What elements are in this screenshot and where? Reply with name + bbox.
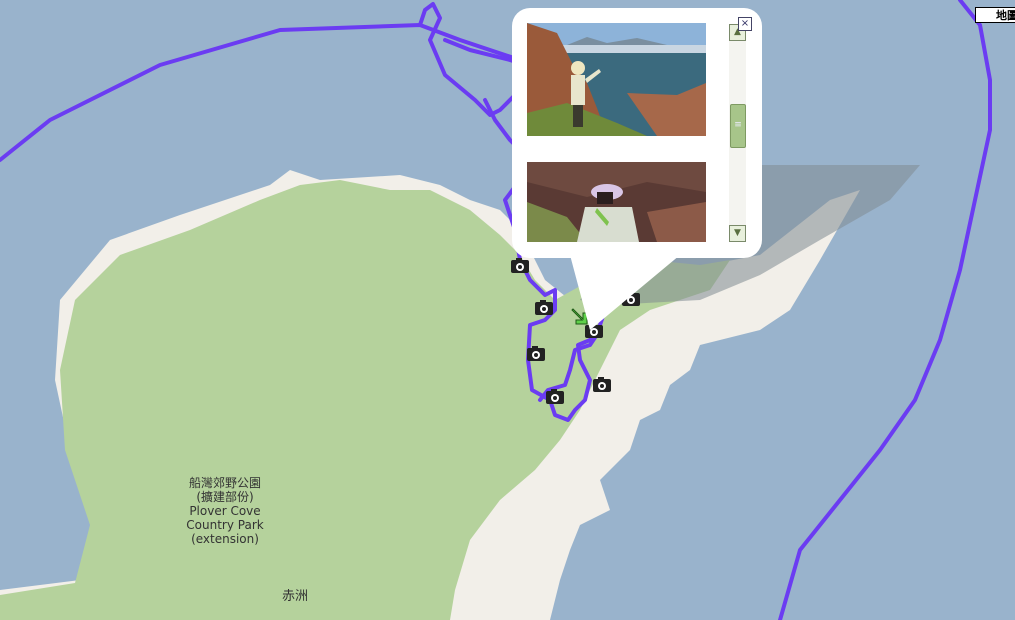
camera-icon[interactable]	[622, 291, 640, 306]
place-label: 赤洲	[281, 589, 308, 604]
camera-icon[interactable]	[527, 346, 545, 361]
park-label-chinese-2: (擴建部份)	[196, 490, 254, 504]
park-label-english-3: (extension)	[191, 532, 259, 546]
camera-icon[interactable]	[535, 300, 553, 315]
photo-thumbnail-2[interactable]	[527, 162, 706, 242]
camera-icon[interactable]	[511, 258, 529, 273]
close-icon[interactable]: ×	[738, 17, 752, 31]
park-label: 船灣郊野公園 (擴建部份) Plover Cove Country Park (…	[160, 476, 290, 546]
camera-icon[interactable]	[593, 377, 611, 392]
camera-icon[interactable]	[585, 323, 603, 338]
camera-icon[interactable]	[546, 389, 564, 404]
photo-info-window: ▲ ≡ ▼	[512, 8, 762, 258]
park-label-chinese-1: 船灣郊野公園	[188, 476, 261, 490]
scroll-thumb[interactable]: ≡	[730, 104, 746, 148]
scroll-track[interactable]: ≡	[729, 41, 746, 225]
popup-scrollbar[interactable]: ▲ ≡ ▼	[729, 24, 746, 242]
map-type-button[interactable]: 地圖	[975, 7, 1015, 23]
park-label-english-1: Plover Cove	[189, 504, 261, 518]
photo-rock-hiker	[527, 162, 706, 242]
scroll-down-button[interactable]: ▼	[729, 225, 746, 242]
photo-thumbnail-1[interactable]	[527, 23, 706, 136]
park-label-english-2: Country Park	[186, 518, 264, 532]
map-canvas[interactable]	[0, 0, 1015, 620]
photo-coast-hiker	[527, 23, 706, 136]
